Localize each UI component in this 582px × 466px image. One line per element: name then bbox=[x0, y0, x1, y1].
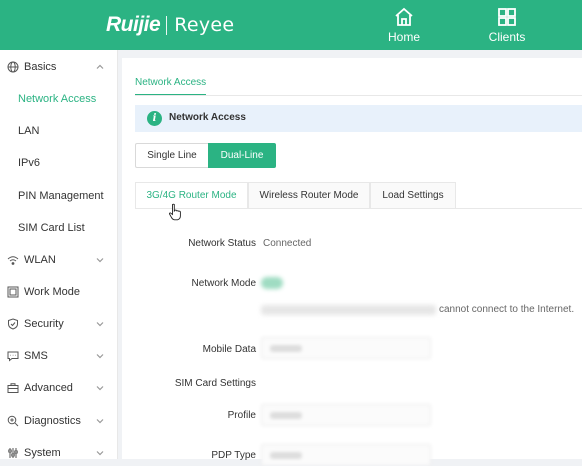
sidebar-item-label: Network Access bbox=[18, 93, 97, 105]
sidebar-item-label: Diagnostics bbox=[24, 415, 81, 427]
message-icon bbox=[7, 351, 19, 362]
top-header: Ruijie Reyee Home Clients bbox=[0, 0, 582, 50]
hand-cursor-icon bbox=[169, 203, 181, 221]
work-mode-icon bbox=[7, 286, 19, 298]
briefcase-icon bbox=[7, 383, 19, 393]
sidebar-item-diagnostics[interactable]: Diagnostics bbox=[0, 409, 118, 433]
profile-select[interactable] bbox=[261, 404, 431, 426]
sidebar-item-label: SMS bbox=[24, 350, 48, 362]
sidebar-item-label: SIM Card List bbox=[18, 222, 85, 234]
chevron-down-icon bbox=[96, 354, 104, 359]
network-mode-hint-blurred bbox=[261, 305, 436, 315]
sidebar-item-wlan[interactable]: WLAN bbox=[0, 248, 118, 272]
tab-network-access[interactable]: Network Access bbox=[135, 77, 207, 96]
tab-divider bbox=[135, 95, 582, 96]
nav-clients-button[interactable]: Clients bbox=[477, 6, 537, 44]
sidebar-item-label: Work Mode bbox=[24, 286, 81, 298]
sidebar-item-network-access[interactable]: Network Access bbox=[0, 87, 118, 111]
network-mode-label: Network Mode bbox=[191, 278, 256, 289]
clients-grid-icon bbox=[498, 8, 516, 26]
sidebar-item-system[interactable]: System bbox=[0, 441, 118, 465]
sim-card-settings-label: SIM Card Settings bbox=[174, 378, 256, 389]
sidebar-item-sim-card-list[interactable]: SIM Card List bbox=[0, 216, 118, 240]
globe-icon bbox=[7, 61, 19, 73]
dual-line-button[interactable]: Dual-Line bbox=[208, 143, 276, 168]
sliders-icon bbox=[8, 448, 18, 458]
sidebar-item-label: Basics bbox=[24, 61, 57, 73]
sidebar-item-sms[interactable]: SMS bbox=[0, 344, 118, 368]
chevron-down-icon bbox=[96, 451, 104, 456]
sidebar-item-label: Advanced bbox=[24, 382, 73, 394]
chevron-up-icon bbox=[96, 64, 104, 69]
info-icon: i bbox=[147, 111, 162, 126]
network-status-value: Connected bbox=[263, 238, 312, 249]
shield-icon bbox=[8, 318, 18, 330]
mobile-data-label: Mobile Data bbox=[202, 344, 256, 355]
sidebar: Basics Network Access LAN IPv6 PIN Manag… bbox=[0, 50, 118, 459]
brand-ruijie: Ruijie bbox=[106, 13, 161, 36]
pdp-type-select[interactable] bbox=[261, 444, 431, 466]
tab-3g4g-router-mode[interactable]: 3G/4G Router Mode bbox=[135, 182, 248, 208]
nav-home-label: Home bbox=[387, 30, 420, 44]
sidebar-item-security[interactable]: Security bbox=[0, 312, 118, 336]
info-banner: i Network Access bbox=[135, 105, 582, 132]
sidebar-item-label: PIN Management bbox=[18, 190, 104, 202]
home-icon bbox=[395, 7, 413, 26]
brand-divider bbox=[166, 15, 168, 35]
pdp-type-label: PDP Type bbox=[211, 450, 256, 461]
sidebar-item-advanced[interactable]: Advanced bbox=[0, 376, 118, 400]
network-mode-note: cannot connect to the Internet. bbox=[439, 304, 575, 315]
chevron-down-icon bbox=[96, 258, 104, 263]
mode-tabs-divider bbox=[135, 208, 582, 209]
sidebar-item-label: IPv6 bbox=[18, 157, 41, 169]
sidebar-item-lan[interactable]: LAN bbox=[0, 119, 118, 143]
nav-home-button[interactable]: Home bbox=[374, 6, 434, 44]
sidebar-item-ipv6[interactable]: IPv6 bbox=[0, 151, 118, 175]
tab-wireless-router-mode[interactable]: Wireless Router Mode bbox=[248, 182, 370, 208]
info-banner-title: Network Access bbox=[169, 112, 246, 123]
profile-label: Profile bbox=[227, 410, 256, 421]
sidebar-item-label: System bbox=[24, 447, 61, 459]
main-panel: Network Access i Network Access Single L… bbox=[122, 58, 582, 466]
sidebar-item-label: Security bbox=[24, 318, 64, 330]
mobile-data-select[interactable] bbox=[261, 337, 431, 359]
nav-clients-label: Clients bbox=[488, 30, 526, 44]
sidebar-item-label: LAN bbox=[18, 125, 40, 137]
chevron-down-icon bbox=[96, 419, 104, 424]
sidebar-item-work-mode[interactable]: Work Mode bbox=[0, 280, 118, 304]
network-status-label: Network Status bbox=[188, 238, 256, 249]
brand-reyee: Reyee bbox=[174, 14, 235, 36]
magnifier-icon bbox=[7, 415, 19, 427]
brand-logo: Ruijie Reyee bbox=[106, 13, 234, 37]
sidebar-item-basics[interactable]: Basics bbox=[0, 55, 118, 79]
network-mode-toggle[interactable] bbox=[261, 277, 283, 289]
chevron-down-icon bbox=[96, 322, 104, 327]
sidebar-item-pin-management[interactable]: PIN Management bbox=[0, 184, 118, 208]
wifi-icon bbox=[7, 256, 19, 265]
sidebar-item-label: WLAN bbox=[24, 254, 56, 266]
single-line-button[interactable]: Single Line bbox=[135, 143, 208, 168]
tab-load-settings[interactable]: Load Settings bbox=[370, 182, 456, 208]
chevron-down-icon bbox=[96, 386, 104, 391]
